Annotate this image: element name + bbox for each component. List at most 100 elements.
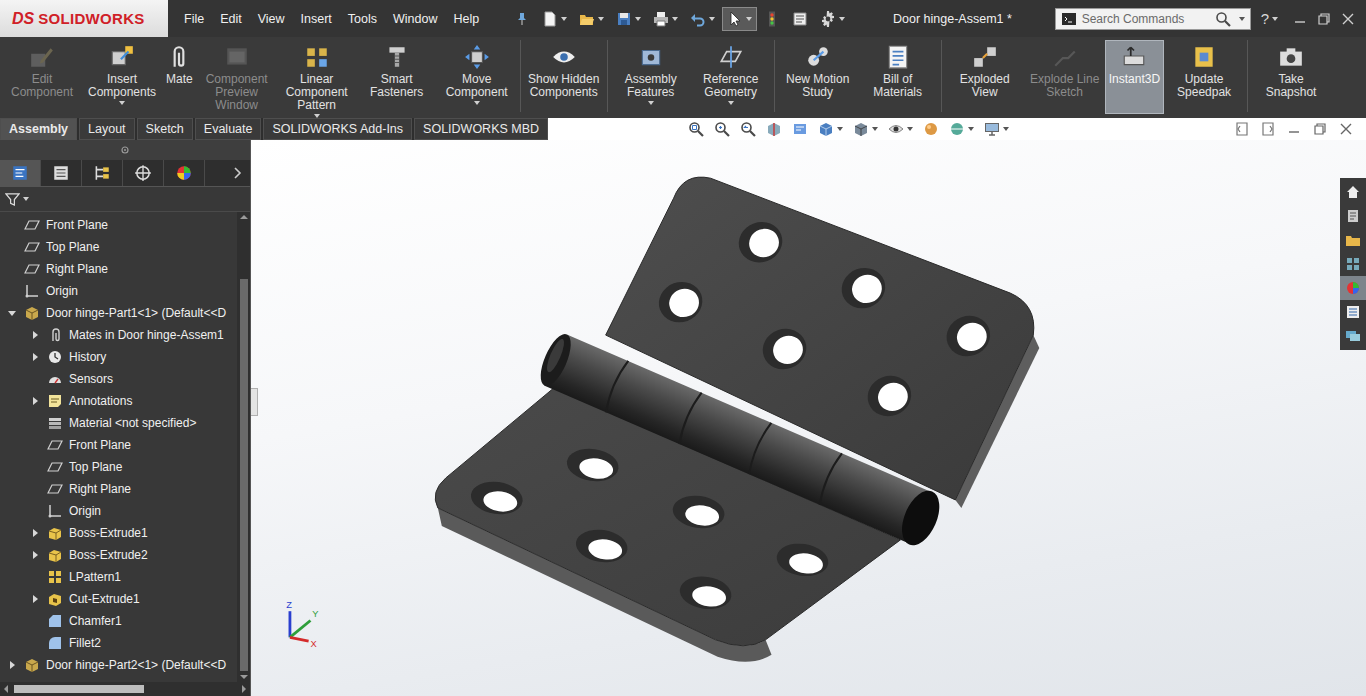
command-tab[interactable]: Sketch: [137, 118, 193, 140]
close-icon[interactable]: [1340, 11, 1356, 27]
tree-item[interactable]: Mates in Door hinge-Assem1: [0, 324, 237, 346]
command-button[interactable]: Linear Component Pattern: [277, 40, 357, 121]
tree-item[interactable]: Door hinge-Part1<1> (Default<<D: [0, 302, 237, 324]
quick-access-button[interactable]: [685, 7, 720, 31]
vertical-scrollbar[interactable]: [237, 212, 250, 682]
command-button[interactable]: Insert Components: [82, 40, 162, 114]
expander[interactable]: [29, 351, 41, 363]
view-tool-button[interactable]: [686, 119, 706, 139]
command-button[interactable]: Show Hidden Components: [524, 40, 604, 114]
dropdown-caret[interactable]: [746, 17, 752, 21]
scroll-left-arrow[interactable]: [4, 685, 8, 693]
magnifier-icon[interactable]: [1215, 11, 1231, 27]
dropdown-caret[interactable]: [872, 127, 878, 131]
scroll-up-arrow[interactable]: [240, 215, 248, 219]
expander[interactable]: [29, 527, 41, 539]
view-tool-button[interactable]: [790, 119, 810, 139]
command-button[interactable]: New Motion Study: [778, 40, 858, 114]
task-pane-tab[interactable]: [1340, 324, 1366, 348]
view-tool-button[interactable]: [886, 119, 915, 139]
task-pane-tab[interactable]: [1340, 276, 1366, 300]
command-tab[interactable]: Assembly: [0, 118, 77, 140]
tree-item[interactable]: Cut-Extrude1: [0, 588, 237, 610]
task-pane-tab[interactable]: [1340, 228, 1366, 252]
tree-item[interactable]: LPattern1: [0, 566, 237, 588]
command-button[interactable]: Take Snapshot: [1251, 40, 1331, 114]
graphics-area[interactable]: ZYX: [251, 140, 1366, 696]
menu-item[interactable]: Edit: [212, 10, 250, 28]
view-tool-button[interactable]: [738, 119, 758, 139]
tree-item[interactable]: Origin: [0, 280, 237, 302]
scroll-right-arrow[interactable]: [242, 685, 246, 693]
search-box[interactable]: Search Commands: [1055, 8, 1251, 30]
tree-item[interactable]: Boss-Extrude1: [0, 522, 237, 544]
vp-tile2-icon[interactable]: [1260, 121, 1276, 137]
menu-item[interactable]: Window: [385, 10, 445, 28]
vp-restore-icon[interactable]: [1312, 121, 1328, 137]
view-tool-button[interactable]: [982, 119, 1011, 139]
dropdown-caret[interactable]: [839, 17, 845, 21]
expander[interactable]: [29, 593, 41, 605]
panel-tab[interactable]: [41, 160, 82, 186]
task-pane-tab[interactable]: [1340, 180, 1366, 204]
command-button[interactable]: Assembly Features: [611, 40, 691, 114]
logo[interactable]: DSSOLIDWORKS: [0, 0, 168, 37]
search-dropdown-caret[interactable]: [1239, 17, 1245, 21]
horizontal-scrollbar[interactable]: [0, 682, 250, 696]
menu-item[interactable]: Help: [446, 10, 488, 28]
tree-item[interactable]: Fillet2: [0, 632, 237, 654]
dropdown-caret[interactable]: [907, 127, 913, 131]
tree-item[interactable]: Door hinge-Part2<1> (Default<<D: [0, 654, 237, 676]
command-tab[interactable]: SOLIDWORKS MBD: [414, 118, 548, 140]
tree-item[interactable]: Front Plane: [0, 214, 237, 236]
command-button[interactable]: Bill of Materials: [858, 40, 938, 114]
command-button[interactable]: Smart Fasteners: [357, 40, 437, 114]
quick-access-button[interactable]: [611, 7, 646, 31]
expander[interactable]: [29, 549, 41, 561]
quick-access-button[interactable]: [537, 7, 572, 31]
help-button[interactable]: ?: [1261, 10, 1278, 27]
menu-item[interactable]: Tools: [340, 10, 385, 28]
vp-tile-icon[interactable]: [1234, 121, 1250, 137]
quick-access-button[interactable]: [815, 7, 850, 31]
expander[interactable]: [6, 307, 18, 319]
command-button[interactable]: Mate: [162, 40, 197, 114]
panel-splitter[interactable]: [251, 388, 258, 416]
dropdown-caret[interactable]: [474, 101, 480, 105]
command-tab[interactable]: SOLIDWORKS Add-Ins: [263, 118, 412, 140]
command-button[interactable]: Instant3D: [1105, 40, 1164, 114]
dropdown-caret[interactable]: [728, 101, 734, 105]
tree-item[interactable]: Front Plane: [0, 434, 237, 456]
dropdown-caret[interactable]: [561, 17, 567, 21]
expander[interactable]: [29, 329, 41, 341]
tree-item[interactable]: Top Plane: [0, 456, 237, 478]
view-tool-button[interactable]: [816, 119, 845, 139]
scroll-thumb[interactable]: [14, 685, 144, 693]
expander[interactable]: [29, 395, 41, 407]
menu-item[interactable]: File: [176, 10, 212, 28]
task-pane-tab[interactable]: [1340, 204, 1366, 228]
panel-collapse-icon[interactable]: [117, 142, 133, 158]
quick-access-button[interactable]: [759, 7, 785, 31]
restore-icon[interactable]: [1316, 11, 1332, 27]
more-tabs-button[interactable]: [205, 160, 250, 186]
menu-item[interactable]: View: [250, 10, 293, 28]
quick-access-button[interactable]: [574, 7, 609, 31]
panel-tab[interactable]: [164, 160, 205, 186]
tree-item[interactable]: Right Plane: [0, 258, 237, 280]
dropdown-caret[interactable]: [598, 17, 604, 21]
view-tool-button[interactable]: [947, 119, 976, 139]
task-pane-tab[interactable]: [1340, 252, 1366, 276]
quick-access-button[interactable]: [648, 7, 683, 31]
command-button[interactable]: Move Component: [437, 40, 517, 114]
panel-tab[interactable]: [123, 160, 164, 186]
minimize-icon[interactable]: [1292, 11, 1308, 27]
tree-item[interactable]: Right Plane: [0, 478, 237, 500]
dropdown-caret[interactable]: [119, 101, 125, 105]
tree-item[interactable]: Material <not specified>: [0, 412, 237, 434]
dropdown-caret[interactable]: [635, 17, 641, 21]
command-button[interactable]: Exploded View: [945, 40, 1025, 114]
task-pane-tab[interactable]: [1340, 300, 1366, 324]
tree-filter[interactable]: [0, 187, 250, 212]
quick-access-button[interactable]: [787, 7, 813, 31]
